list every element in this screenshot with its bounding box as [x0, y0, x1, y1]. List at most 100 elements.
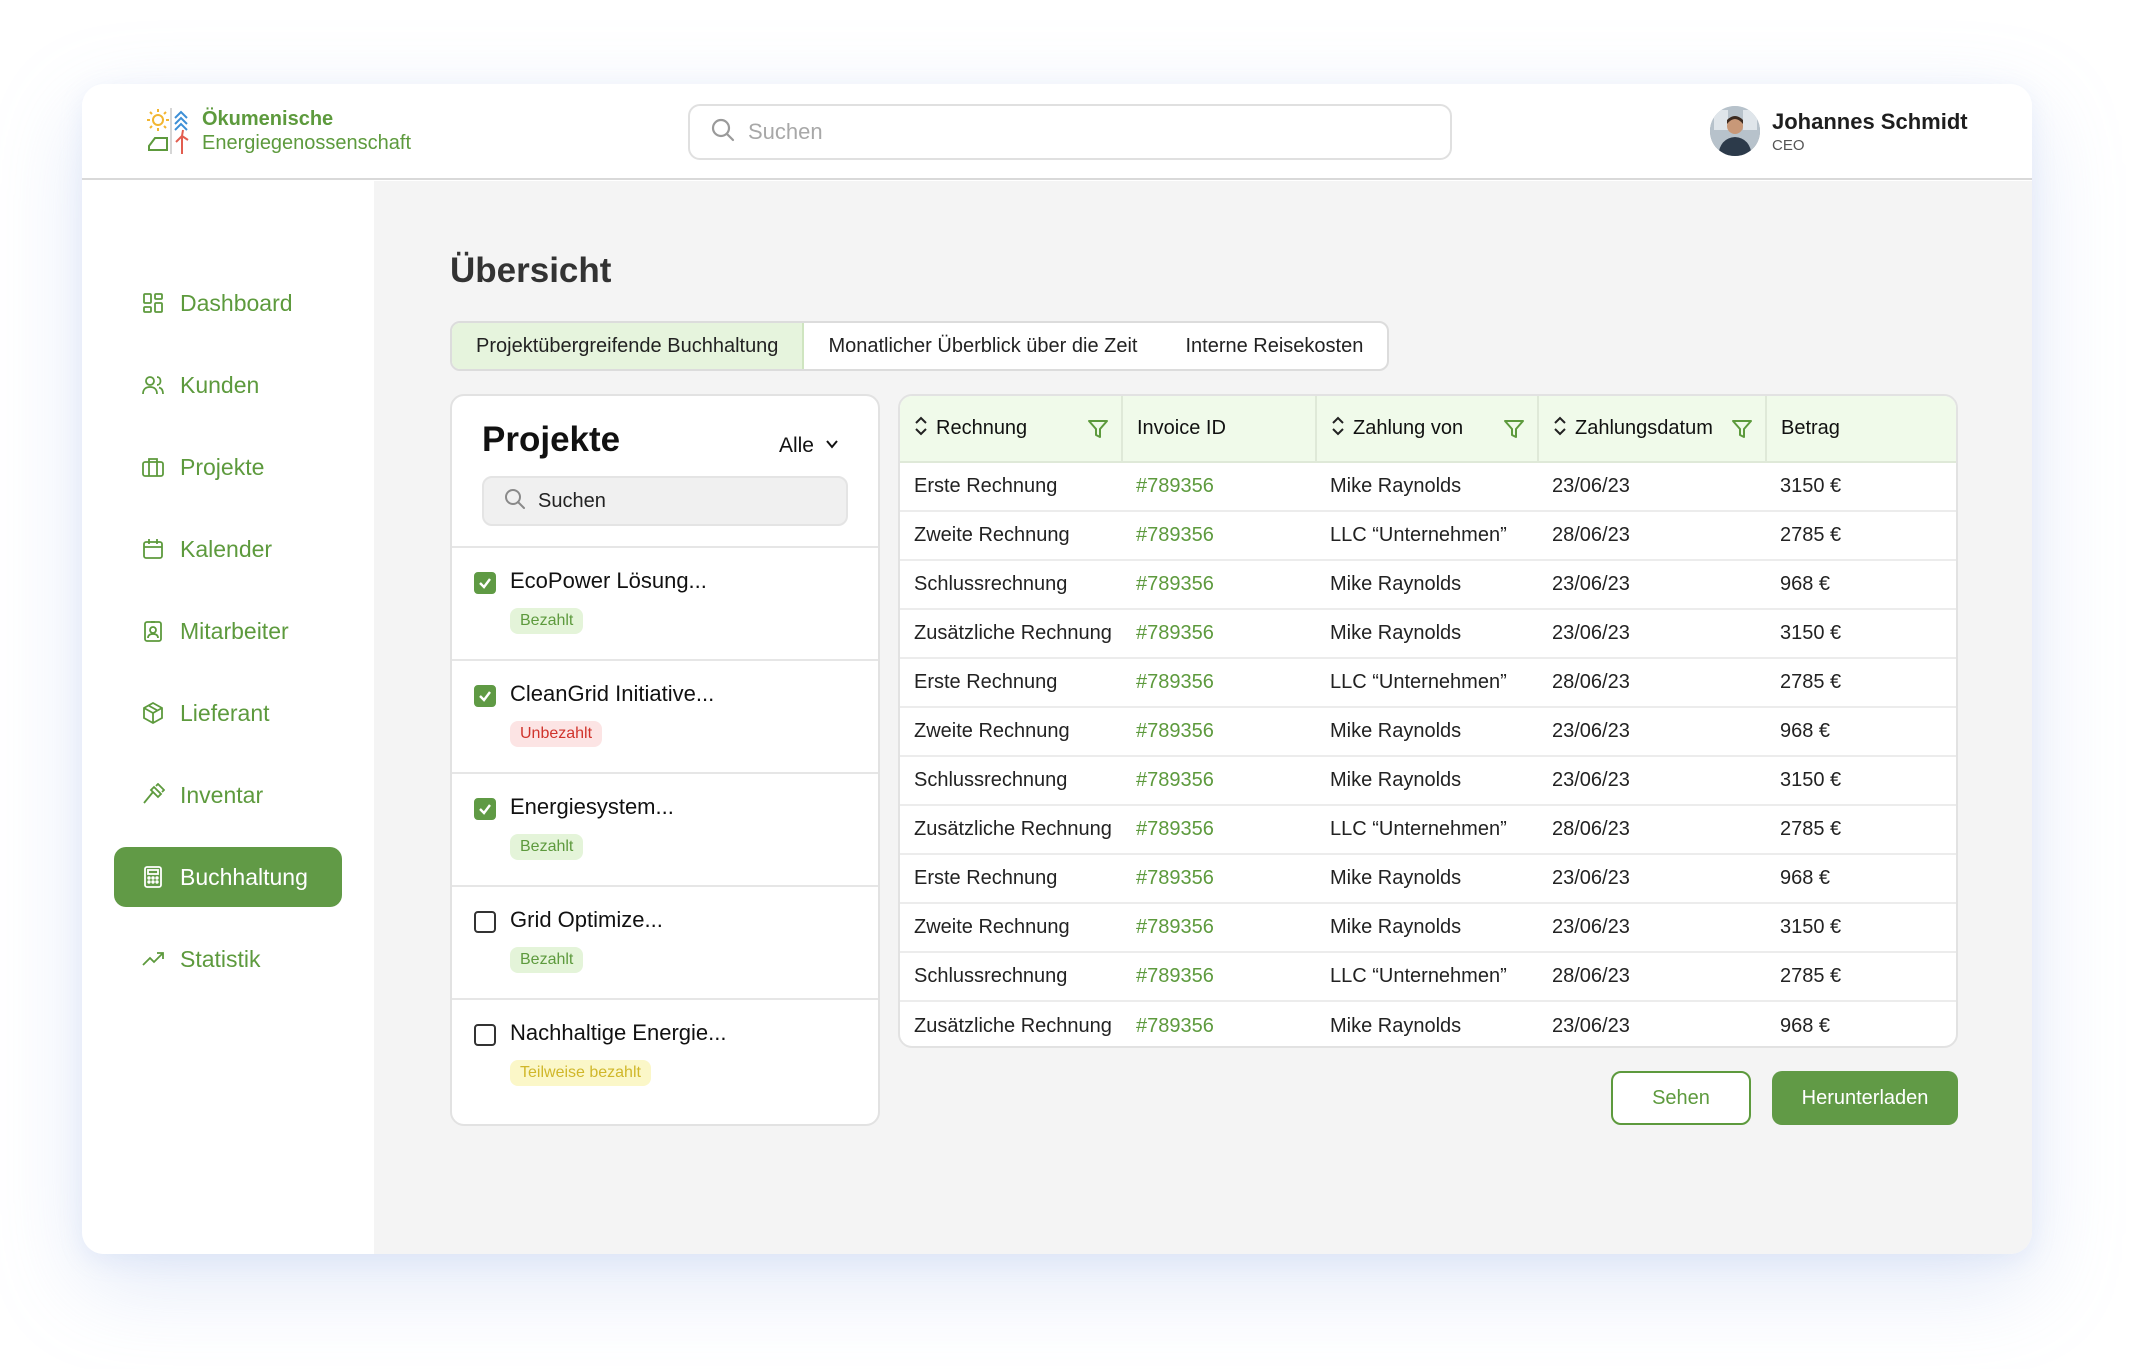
cell-rechnung: Zweite Rechnung — [914, 524, 1070, 546]
top-header: Ökumenische Energiegenossenschaft Suchen… — [82, 84, 2032, 180]
project-checkbox[interactable] — [474, 1024, 496, 1046]
logo[interactable]: Ökumenische Energiegenossenschaft — [146, 106, 411, 156]
projects-search[interactable] — [482, 476, 848, 526]
sort-icon[interactable] — [1553, 415, 1567, 443]
filter-icon[interactable] — [1087, 418, 1109, 446]
cell-invoice-id[interactable]: #789356 — [1122, 903, 1316, 952]
column-header-rechnung[interactable]: Rechnung — [900, 396, 1123, 463]
project-item[interactable]: Nachhaltige Energie... Teilweise bezahlt — [452, 998, 878, 1111]
sidebar-item-mitarbeiter[interactable]: Mitarbeiter — [114, 601, 342, 661]
invoice-table: Rechnung Invoice ID Zahlung von Zahlungs… — [898, 394, 1958, 1048]
cell-invoice-id[interactable]: #789356 — [1122, 854, 1316, 903]
table-row[interactable]: Schlussrechnung #789356 LLC “Unternehmen” 2… — [900, 952, 1956, 1001]
projects-search-input[interactable] — [538, 489, 838, 513]
project-checkbox[interactable] — [474, 911, 496, 933]
table-row[interactable]: Schlussrechnung #789356 Mike Raynolds 23/06… — [900, 756, 1956, 805]
table-row[interactable]: Erste Rechnung #789356 Mike Raynolds 23/06/… — [900, 462, 1956, 511]
cell-betrag: 968 € — [1780, 720, 1831, 742]
cell-zahlungsdatum: 23/06/23 — [1552, 1014, 1630, 1037]
column-header-zahlung-von[interactable]: Zahlung von — [1316, 396, 1539, 463]
briefcase-icon — [140, 454, 166, 480]
project-item[interactable]: CleanGrid Initiative... Unbezahlt — [452, 659, 878, 772]
column-label: Betrag — [1781, 417, 1840, 439]
table-row[interactable]: Erste Rechnung #789356 LLC “Unternehmen” 28… — [900, 658, 1956, 707]
sidebar-item-dashboard[interactable]: Dashboard — [114, 273, 342, 333]
column-header-zahlungsdatum[interactable]: Zahlungsdatum — [1538, 396, 1767, 463]
cell-betrag: 2785 € — [1780, 671, 1842, 693]
cell-invoice-id[interactable]: #789356 — [1122, 658, 1316, 707]
project-checkbox[interactable] — [474, 798, 496, 820]
sidebar-item-label: Mitarbeiter — [180, 617, 289, 644]
filter-icon[interactable] — [1503, 418, 1525, 446]
table-row[interactable]: Zusätzliche Rechnung #789356 Mike Raynolds… — [900, 1001, 1956, 1046]
cell-invoice-id[interactable]: #789356 — [1122, 609, 1316, 658]
table-header-row: Rechnung Invoice ID Zahlung von Zahlungs… — [900, 396, 1956, 463]
search-icon — [504, 488, 526, 515]
project-item[interactable]: EcoPower Lösung... Bezahlt — [452, 546, 878, 659]
column-label: Zahlung von — [1353, 417, 1464, 439]
sidebar-item-label: Kalender — [180, 535, 273, 562]
check-icon — [479, 691, 491, 702]
sidebar-item-label: Dashboard — [180, 289, 293, 316]
cell-invoice-id[interactable]: #789356 — [1122, 462, 1316, 511]
cell-rechnung: Schlussrechnung — [914, 769, 1068, 791]
sort-icon[interactable] — [1331, 415, 1345, 443]
table-row[interactable]: Schlussrechnung #789356 Mike Raynolds 23/06… — [900, 560, 1956, 609]
cell-zahlung-von: Mike Raynolds — [1330, 1014, 1462, 1037]
tab-interne-reisekosten[interactable]: Interne Reisekosten — [1161, 323, 1387, 369]
tab-monatlicher-ueberblick[interactable]: Monatlicher Überblick über die Zeit — [804, 323, 1161, 369]
cell-zahlung-von: Mike Raynolds — [1330, 573, 1462, 595]
status-badge: Unbezahlt — [510, 721, 603, 747]
cell-rechnung: Erste Rechnung — [914, 867, 1058, 889]
global-search[interactable] — [688, 104, 1452, 160]
user-role: CEO — [1772, 136, 1805, 154]
sidebar-item-statistik[interactable]: Statistik — [114, 929, 342, 989]
filter-icon[interactable] — [1731, 418, 1753, 446]
project-checkbox[interactable] — [474, 685, 496, 707]
table-row[interactable]: Zusätzliche Rechnung #789356 LLC “Unterneh… — [900, 805, 1956, 854]
cell-zahlungsdatum: 23/06/23 — [1552, 573, 1630, 595]
table-row[interactable]: Zweite Rechnung #789356 Mike Raynolds 23/06… — [900, 903, 1956, 952]
download-button[interactable]: Herunterladen — [1772, 1071, 1958, 1125]
column-label: Invoice ID — [1137, 417, 1226, 439]
cell-rechnung: Zusätzliche Rechnung — [914, 622, 1112, 644]
see-button[interactable]: Sehen — [1611, 1071, 1751, 1125]
sidebar-item-kunden[interactable]: Kunden — [114, 355, 342, 415]
cell-invoice-id[interactable]: #789356 — [1122, 805, 1316, 854]
sidebar-item-kalender[interactable]: Kalender — [114, 519, 342, 579]
logo-icon — [146, 106, 196, 156]
table-row[interactable]: Zweite Rechnung #789356 LLC “Unternehmen” 2… — [900, 511, 1956, 560]
column-header-betrag[interactable]: Betrag — [1766, 396, 1956, 463]
cell-invoice-id[interactable]: #789356 — [1122, 952, 1316, 1001]
column-label: Rechnung — [936, 417, 1028, 439]
cell-betrag: 3150 € — [1780, 916, 1842, 938]
sidebar-item-lieferant[interactable]: Lieferant — [114, 683, 342, 743]
hammer-icon — [140, 782, 166, 808]
cell-invoice-id[interactable]: #789356 — [1122, 1001, 1316, 1046]
avatar[interactable] — [1710, 106, 1760, 156]
project-item[interactable]: Energiesystem... Bezahlt — [452, 772, 878, 885]
project-checkbox[interactable] — [474, 572, 496, 594]
column-header-invoice-id[interactable]: Invoice ID — [1122, 396, 1317, 463]
sidebar-item-buchhaltung[interactable]: Buchhaltung — [114, 847, 342, 907]
projects-filter-dropdown[interactable]: Alle — [779, 434, 840, 458]
sidebar-item-projekte[interactable]: Projekte — [114, 437, 342, 497]
search-input[interactable] — [748, 119, 1388, 145]
cell-zahlung-von: Mike Raynolds — [1330, 622, 1462, 644]
tab-projektuebergreifende-buchhaltung[interactable]: Projektübergreifende Buchhaltung — [452, 323, 805, 369]
cell-invoice-id[interactable]: #789356 — [1122, 560, 1316, 609]
table-row[interactable]: Zusätzliche Rechnung #789356 Mike Raynolds… — [900, 609, 1956, 658]
project-name: EcoPower Lösung... — [510, 568, 707, 593]
cell-invoice-id[interactable]: #789356 — [1122, 707, 1316, 756]
cell-invoice-id[interactable]: #789356 — [1122, 756, 1316, 805]
sort-icon[interactable] — [914, 415, 928, 443]
user-profile[interactable]: Johannes Schmidt CEO — [1710, 106, 1968, 156]
sidebar-item-inventar[interactable]: Inventar — [114, 765, 342, 825]
project-name: CleanGrid Initiative... — [510, 681, 715, 706]
table-row[interactable]: Zweite Rechnung #789356 Mike Raynolds 23/06… — [900, 707, 1956, 756]
cell-invoice-id[interactable]: #789356 — [1122, 511, 1316, 560]
projects-title: Projekte — [482, 420, 621, 459]
cell-zahlungsdatum: 28/06/23 — [1552, 671, 1630, 693]
table-row[interactable]: Erste Rechnung #789356 Mike Raynolds 23/06/… — [900, 854, 1956, 903]
project-item[interactable]: Grid Optimize... Bezahlt — [452, 885, 878, 998]
